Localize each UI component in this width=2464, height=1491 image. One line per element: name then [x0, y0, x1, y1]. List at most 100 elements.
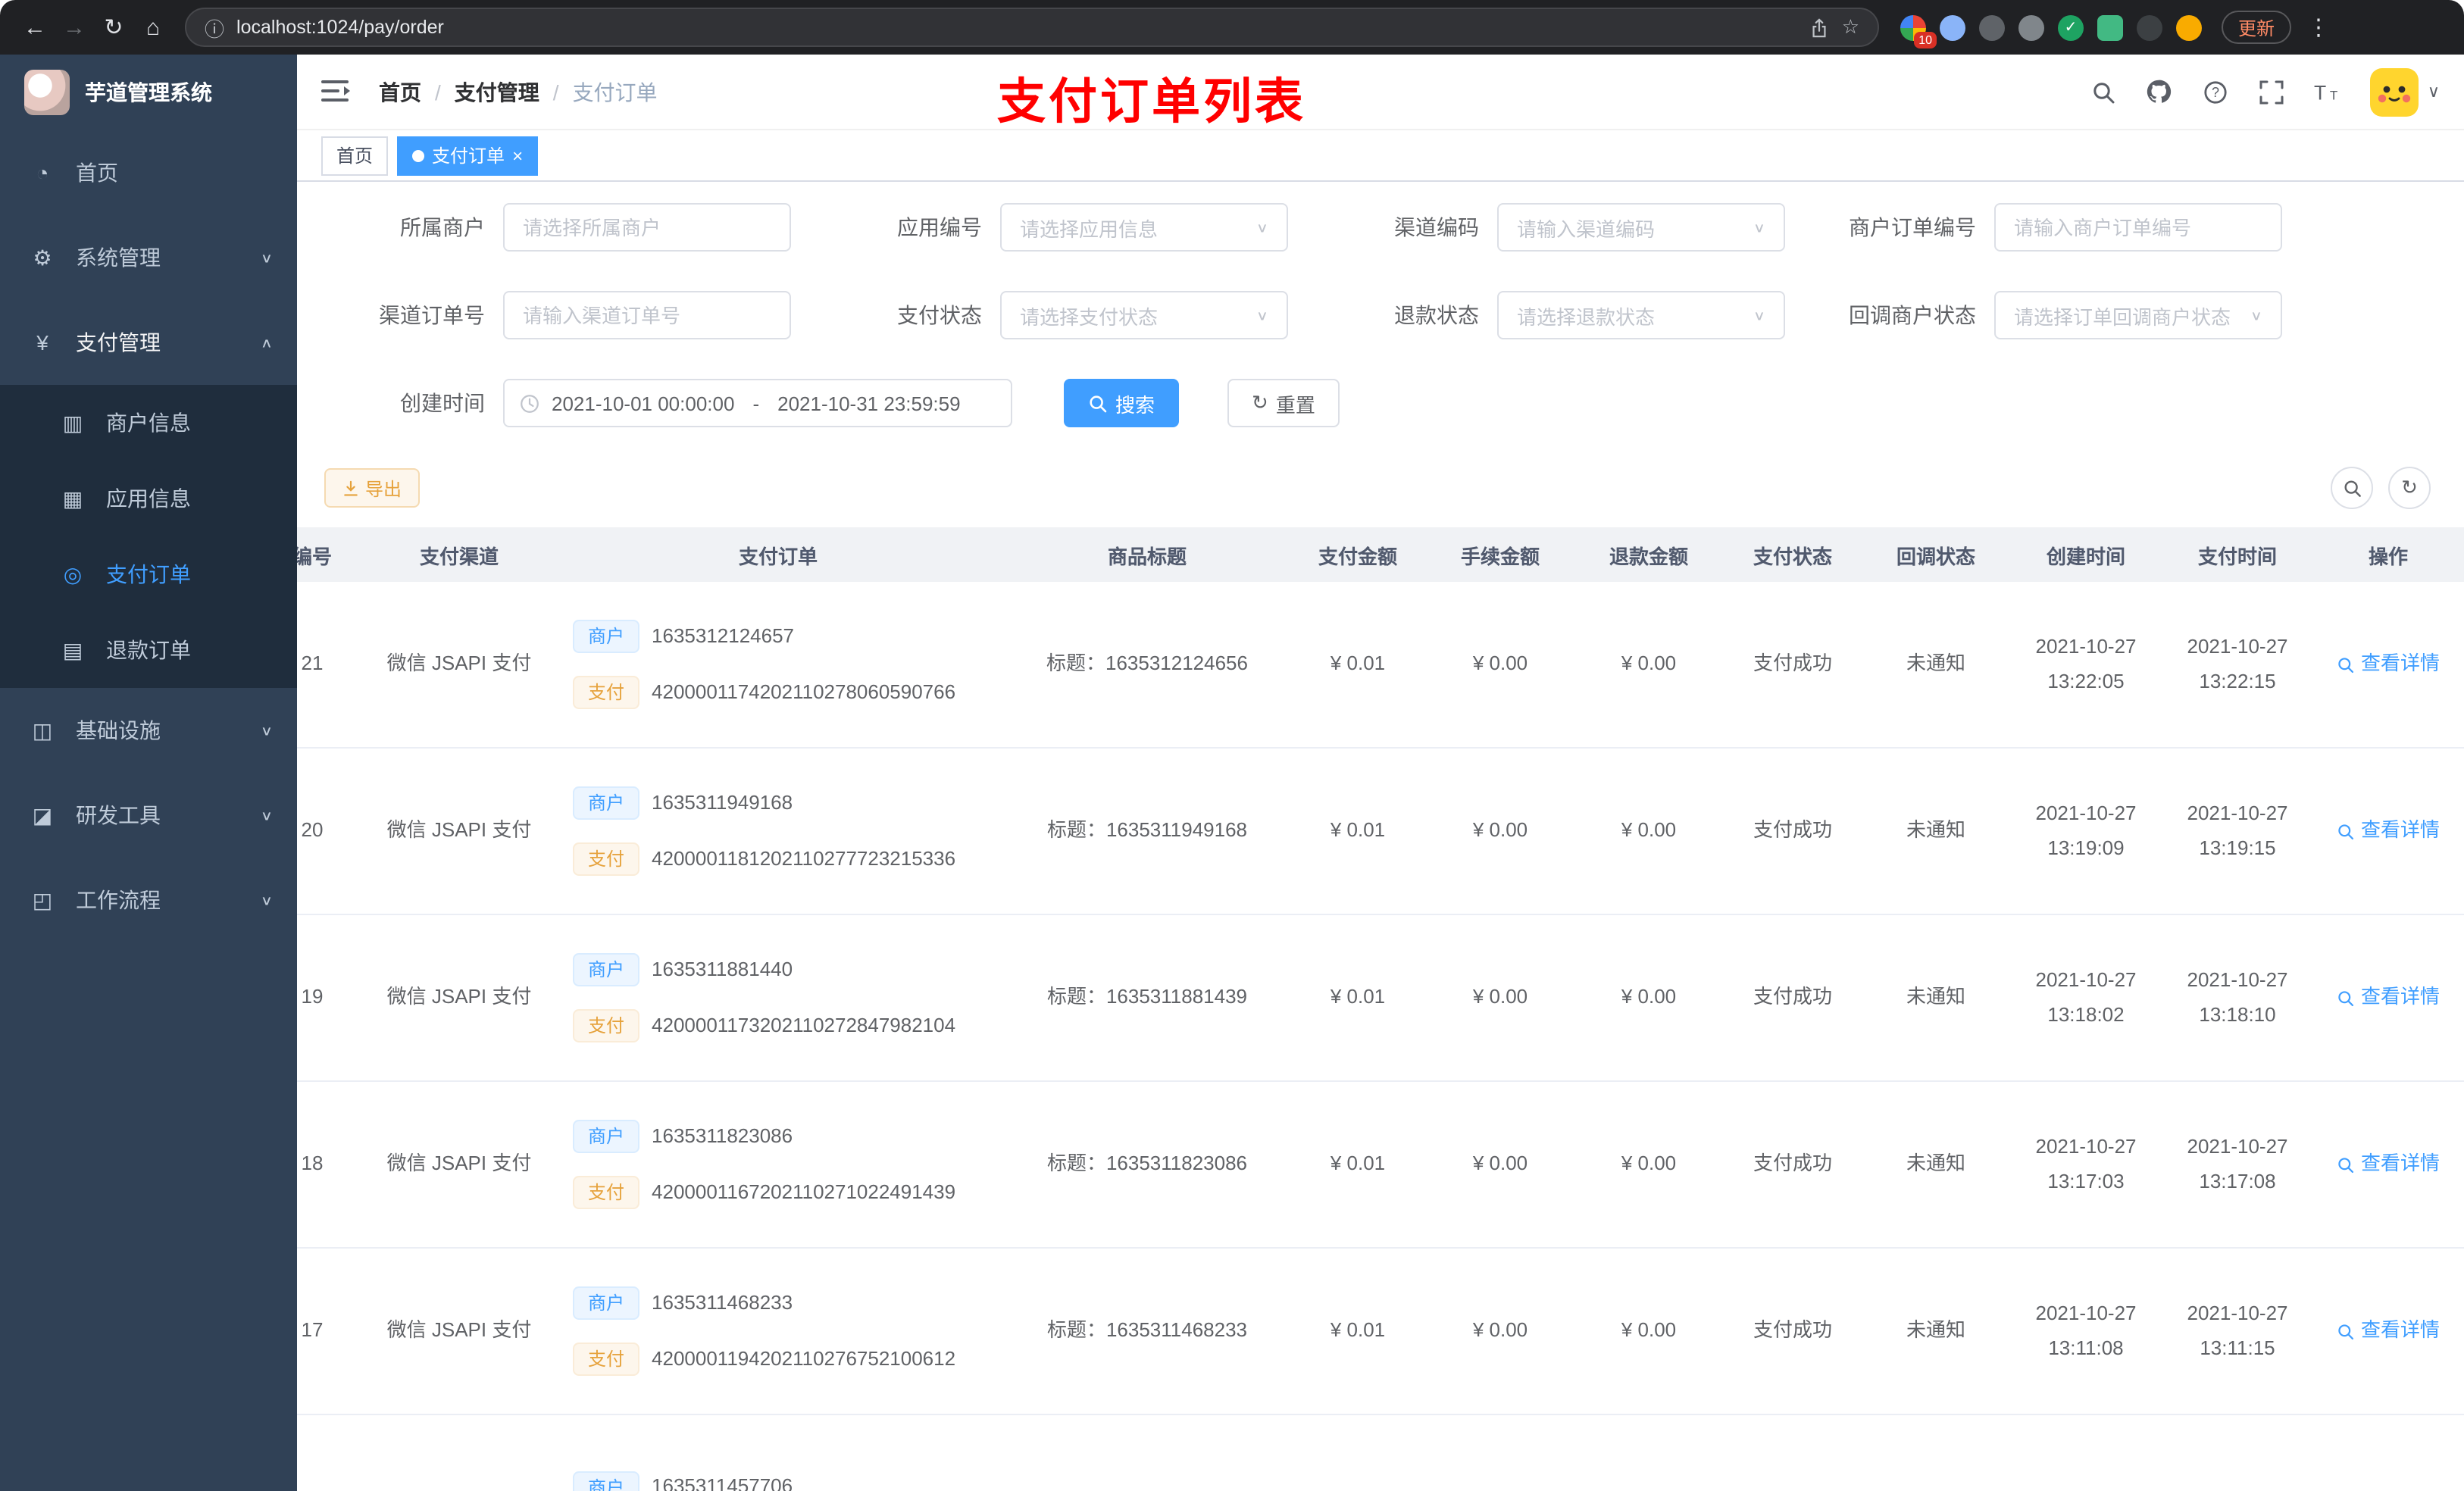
close-icon[interactable]: × [512, 146, 523, 164]
toggle-search-button[interactable] [2331, 467, 2373, 509]
url-text: localhost:1024/pay/order [236, 17, 444, 38]
sidebar-item-home[interactable]: ◔ 首页 [0, 130, 297, 215]
merchant-order-no: 1635311468233 [652, 1291, 793, 1314]
view-detail-link[interactable]: 查看详情 [2337, 981, 2440, 1014]
target-icon: ◎ [63, 561, 83, 586]
extension-icon-8[interactable] [2176, 14, 2202, 40]
sidebar-toggle-icon[interactable] [321, 78, 355, 105]
merchant-tag: 商户 [573, 620, 640, 654]
pay-status-select[interactable]: 请选择支付状态 ∨ [1000, 291, 1288, 339]
sidebar-item-workflow[interactable]: ◰ 工作流程 ∨ [0, 858, 297, 942]
browser-menu-icon[interactable]: ⋮ [2305, 14, 2332, 41]
app-select[interactable]: 请选择应用信息 ∨ [1000, 203, 1288, 252]
app-logo[interactable]: 芋道管理系统 [0, 55, 297, 130]
browser-back-button[interactable]: ← [15, 8, 55, 47]
cell-actions: 查看详情 [2312, 915, 2464, 1080]
extension-icon-6[interactable] [2097, 14, 2123, 40]
view-detail-link[interactable]: 查看详情 [2337, 1314, 2440, 1348]
create-time-range-picker[interactable]: 2021-10-01 00:00:00 - 2021-10-31 23:59:5… [503, 379, 1012, 427]
extension-icon-3[interactable] [1979, 14, 2005, 40]
github-icon[interactable] [2146, 78, 2173, 105]
extension-icon-1[interactable]: 10 [1900, 14, 1937, 48]
merchant-order-no: 1635311823086 [652, 1124, 793, 1148]
view-detail-link[interactable]: 查看详情 [2337, 814, 2440, 848]
view-detail-link[interactable]: 查看详情 [2337, 1148, 2440, 1181]
site-info-icon[interactable]: ⓘ [205, 13, 224, 42]
filter-channel-order-no: 渠道订单号 [324, 291, 791, 339]
breadcrumb-pay-mgmt[interactable]: 支付管理 [455, 77, 539, 107]
extension-icon-4[interactable] [2018, 14, 2044, 40]
cell-id: 21 [301, 652, 324, 675]
refresh-table-button[interactable]: ↻ [2388, 467, 2431, 509]
screen: ← → ↻ ⌂ ⓘ localhost:1024/pay/order ☆ 10 … [0, 0, 2464, 1491]
reset-button[interactable]: ↻ 重置 [1227, 379, 1340, 427]
col-header-actions: 操作 [2368, 545, 2408, 567]
help-icon[interactable]: ? [2202, 78, 2229, 105]
browser-forward-button[interactable]: → [55, 8, 94, 47]
chevron-up-icon: ∧ [260, 336, 273, 351]
address-bar[interactable]: ⓘ localhost:1024/pay/order ☆ [185, 8, 1879, 47]
user-menu[interactable]: ∨ [2369, 67, 2440, 116]
cell-amount: ¥ 0.01 [1330, 818, 1386, 842]
extension-icon-2[interactable] [1940, 14, 1965, 40]
browser-reload-button[interactable]: ↻ [94, 8, 133, 47]
navbar-actions: ? TT ∨ [2090, 67, 2440, 116]
sidebar-item-label: 应用信息 [106, 486, 191, 511]
search-icon[interactable] [2090, 78, 2117, 105]
share-icon[interactable] [1810, 17, 1830, 37]
extension-icon-7[interactable] [2137, 14, 2162, 40]
chevron-down-icon: ∨ [1255, 308, 1268, 324]
bookmark-star-icon[interactable]: ☆ [1842, 15, 1859, 39]
cell-channel: 微信 JSAPI 支付 [386, 985, 532, 1008]
pay-tag: 支付 [573, 1342, 640, 1376]
merchant-order-no-input[interactable] [1994, 203, 2282, 252]
chevron-down-icon: ∨ [1753, 220, 1765, 236]
cell-fee: ¥ 0.00 [1472, 818, 1528, 842]
refund-status-select[interactable]: 请选择退款状态 ∨ [1497, 291, 1785, 339]
browser-update-button[interactable]: 更新 [2222, 11, 2292, 44]
sidebar-item-payment[interactable]: ¥ 支付管理 ∧ [0, 300, 297, 385]
filter-merchant: 所属商户 [324, 203, 791, 252]
top-navbar: 首页 / 支付管理 / 支付订单 支付订单列表 ? T T ∨ [297, 55, 2464, 130]
sidebar-item-system[interactable]: ⚙ 系统管理 ∨ [0, 215, 297, 300]
col-header-title: 商品标题 [1107, 545, 1187, 567]
sidebar-item-app-info[interactable]: ▦ 应用信息 [0, 461, 297, 536]
merchant-input[interactable] [503, 203, 791, 252]
sidebar-item-refund-order[interactable]: ▤ 退款订单 [0, 612, 297, 688]
sidebar-item-merchant-info[interactable]: ▥ 商户信息 [0, 385, 297, 461]
merchant-order-no: 1635312124657 [652, 624, 795, 648]
extension-badge: 10 [1914, 31, 1937, 48]
search-button[interactable]: 搜索 [1064, 379, 1180, 427]
view-detail-link[interactable]: 查看详情 [2337, 648, 2440, 681]
sidebar-item-infra[interactable]: ◫ 基础设施 ∨ [0, 688, 297, 773]
cell-notify: 未通知 [1906, 985, 1965, 1008]
extension-icon-5[interactable]: ✓ [2058, 14, 2084, 40]
cell-create-time: 2021-10-27 13:17:03 [2035, 1135, 2137, 1192]
browser-chrome: ← → ↻ ⌂ ⓘ localhost:1024/pay/order ☆ 10 … [0, 0, 2464, 55]
cell-order: 商户 1635311468233 支付 4200001194202110276752… [552, 1249, 1005, 1414]
cell-status: 支付成功 [1753, 1318, 1832, 1342]
export-button[interactable]: 导出 [324, 468, 421, 508]
select-placeholder: 请输入渠道编码 [1517, 217, 1656, 240]
document-icon: ▤ [62, 637, 83, 661]
clock-icon [520, 393, 539, 413]
filter-label: 商户订单编号 [1849, 215, 1976, 239]
fullscreen-icon[interactable] [2258, 78, 2285, 105]
font-size-icon[interactable]: TT [2314, 78, 2341, 105]
cell-channel [367, 1415, 552, 1491]
breadcrumb-home[interactable]: 首页 [379, 77, 421, 107]
cell-amount [1290, 1415, 1426, 1491]
cell-refund: ¥ 0.00 [1621, 1152, 1677, 1175]
sidebar-item-pay-order[interactable]: ◎ 支付订单 [0, 536, 297, 612]
col-header-id: 编号 [297, 545, 332, 567]
cell-pay-time: 2021-10-27 13:22:15 [2187, 635, 2288, 692]
cell-create-time: 2021-10-27 13:11:08 [2035, 1302, 2137, 1358]
sidebar-item-devtools[interactable]: ◪ 研发工具 ∨ [0, 773, 297, 858]
tab-pay-order[interactable]: 支付订单 × [397, 136, 539, 175]
callback-status-select[interactable]: 请选择订单回调商户状态 ∨ [1994, 291, 2282, 339]
channel-order-no-input[interactable] [503, 291, 791, 339]
channel-code-select[interactable]: 请输入渠道编码 ∨ [1497, 203, 1785, 252]
browser-home-button[interactable]: ⌂ [133, 8, 173, 47]
tab-home[interactable]: 首页 [321, 136, 389, 175]
pay-tag: 支付 [573, 842, 640, 876]
